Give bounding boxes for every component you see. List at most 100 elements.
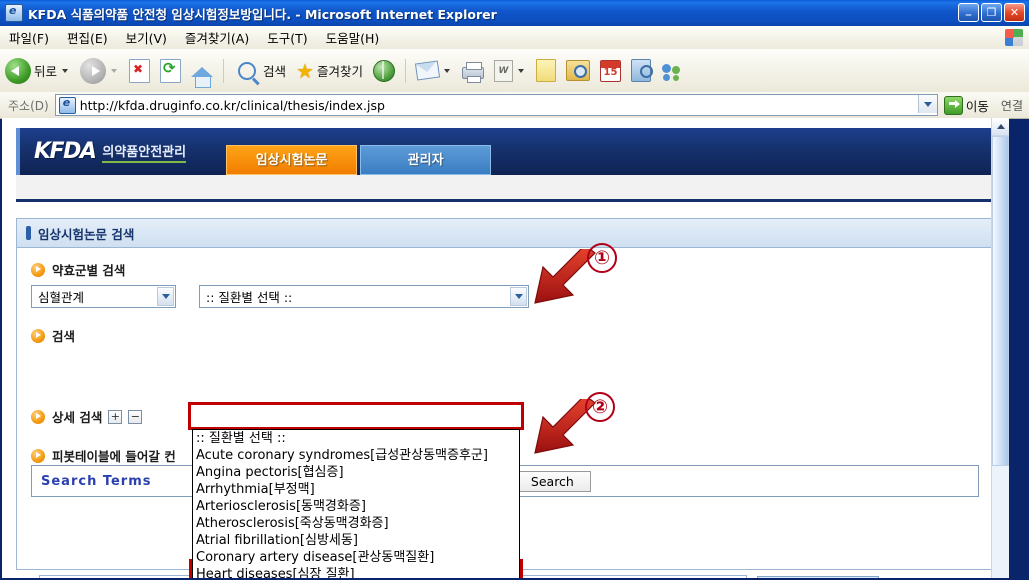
menu-item-edit[interactable]: 편집(E)	[58, 26, 117, 49]
home-button[interactable]	[187, 63, 217, 88]
pivot-buttons: 전체삭제 삭 제 피봇테이블	[757, 576, 879, 578]
category-select[interactable]: 심혈관계	[31, 285, 176, 308]
search-label: 검색	[263, 64, 287, 79]
search-button[interactable]: 검색	[230, 56, 290, 86]
folder-search-icon	[565, 60, 590, 81]
close-button[interactable]: ✕	[1004, 3, 1025, 22]
media-button[interactable]	[369, 58, 399, 84]
vertical-scrollbar[interactable]	[991, 118, 1009, 578]
section-search-label: 검색	[52, 329, 76, 344]
search-submit-button[interactable]: Search	[513, 470, 591, 492]
chevron-down-icon[interactable]	[62, 68, 69, 73]
refresh-icon	[160, 58, 182, 83]
mail-icon	[414, 60, 441, 81]
menu-item-view[interactable]: 보기(V)	[117, 26, 176, 49]
links-label[interactable]: 연결	[995, 97, 1029, 114]
tab-clinical-thesis[interactable]: 임상시험논문	[226, 145, 358, 175]
edit-button[interactable]: W	[490, 58, 530, 84]
chevron-down-icon[interactable]	[111, 68, 118, 73]
chevron-down-icon[interactable]	[157, 287, 174, 306]
chevron-down-icon[interactable]	[443, 68, 450, 73]
notes-button[interactable]	[532, 57, 560, 84]
scroll-up-button[interactable]	[992, 118, 1009, 136]
star-icon: ★	[296, 58, 314, 83]
category-select-value: 심혈관계	[38, 290, 85, 305]
stop-button[interactable]	[125, 57, 154, 85]
menu-item-favorites[interactable]: 즐겨찾기(A)	[176, 26, 258, 49]
dropdown-option[interactable]: Atrial fibrillation[심방세동]	[193, 532, 519, 549]
section-drug-group: 약효군별 검색	[31, 260, 991, 279]
go-button[interactable]: 이동	[938, 95, 995, 115]
chevron-up-icon	[996, 124, 1005, 129]
dropdown-option[interactable]: Atherosclerosis[죽상동맥경화증]	[193, 515, 519, 532]
section-detail-search-label: 상세 검색	[52, 410, 103, 425]
disease-select[interactable]: :: 질환별 선택 ::	[199, 285, 529, 308]
dropdown-option[interactable]: Coronary artery disease[관상동맥질환]	[193, 549, 519, 566]
back-button[interactable]: 뒤로	[1, 56, 74, 86]
back-label: 뒤로	[34, 64, 58, 79]
address-url: http://kfda.druginfo.co.kr/clinical/thes…	[79, 97, 385, 113]
dropdown-option[interactable]: :: 질환별 선택 ::	[193, 430, 519, 447]
panel-title: 임상시험논문 검색	[38, 226, 135, 242]
messenger-button[interactable]	[627, 57, 655, 84]
dropdown-option[interactable]: Angina pectoris[협심증]	[193, 464, 519, 481]
word-document-icon: W	[493, 59, 513, 82]
remove-detail-button[interactable]: −	[128, 409, 143, 424]
globe-icon	[372, 59, 395, 82]
stop-icon	[129, 58, 151, 83]
go-arrow-icon	[943, 95, 963, 115]
calendar-button[interactable]	[596, 58, 625, 84]
print-button[interactable]	[458, 61, 488, 83]
tab-admin[interactable]: 관리자	[360, 145, 492, 175]
window-controls: _ ❐ ✕	[958, 3, 1025, 22]
dropdown-option[interactable]: Heart diseases[심장 질환]	[193, 566, 519, 578]
page-icon	[58, 96, 76, 114]
chevron-down-icon[interactable]	[517, 68, 524, 73]
add-detail-button[interactable]: +	[108, 409, 123, 424]
toolbar-separator	[223, 58, 225, 83]
annotation-number-2: ②	[585, 392, 615, 422]
dropdown-option[interactable]: Arteriosclerosis[동맥경화증]	[193, 498, 519, 515]
bullet-arrow-icon	[31, 262, 45, 277]
favorites-label: 즐겨찾기	[316, 64, 363, 79]
site-subtitle: 의약품안전관리	[102, 141, 187, 163]
messenger-icon	[630, 59, 653, 82]
menu-item-tools[interactable]: 도구(T)	[258, 26, 316, 49]
windows-logo-icon	[1005, 29, 1023, 46]
maximize-button[interactable]: ❐	[981, 3, 1002, 22]
minimize-button[interactable]: _	[958, 3, 979, 22]
address-bar: 주소(D) http://kfda.druginfo.co.kr/clinica…	[0, 92, 1029, 119]
printer-icon	[461, 61, 484, 83]
dropdown-option[interactable]: Arrhythmia[부정맥]	[193, 481, 519, 498]
bullet-arrow-icon	[31, 328, 45, 343]
contacts-button[interactable]	[657, 60, 687, 82]
refresh-button[interactable]	[156, 57, 185, 85]
maximize-icon: ❐	[986, 6, 997, 19]
header-divider	[16, 175, 992, 202]
window-title: KFDA 식품의약품 안전청 임상시험정보방입니다. - Microsoft I…	[28, 6, 497, 22]
page-viewport: KFDA 의약품안전관리 임상시험논문 관리자 임상시험논문 검색 약효군별 검…	[2, 118, 1009, 578]
select-row: 심혈관계 :: 질환별 선택 ::	[31, 285, 991, 308]
section-pivot-columns-label: 피봇테이블에 들어갈 컨	[52, 449, 176, 464]
address-dropdown-button[interactable]	[917, 95, 937, 113]
web-page: KFDA 의약품안전관리 임상시험논문 관리자 임상시험논문 검색 약효군별 검…	[2, 118, 992, 578]
scrollbar-thumb[interactable]	[992, 136, 1009, 466]
panel-marker-icon	[26, 226, 31, 240]
mail-button[interactable]	[412, 60, 456, 81]
disease-dropdown-list[interactable]: :: 질환별 선택 :: Acute coronary syndromes[급성…	[192, 429, 520, 578]
kfda-logo: KFDA	[34, 139, 97, 164]
forward-arrow-icon	[80, 57, 107, 84]
menu-item-help[interactable]: 도움말(H)	[317, 26, 389, 49]
title-bar: KFDA 식품의약품 안전청 임상시험정보방입니다. - Microsoft I…	[0, 0, 1029, 27]
annotation-number-1: ①	[587, 243, 617, 273]
ie-window-icon	[5, 4, 23, 22]
delete-all-button[interactable]: 전체삭제	[757, 576, 879, 578]
forward-button[interactable]	[76, 56, 123, 86]
menu-item-file[interactable]: 파일(F)	[0, 26, 58, 49]
close-icon: ✕	[1009, 6, 1020, 19]
dropdown-option[interactable]: Acute coronary syndromes[급성관상동맥증후군]	[193, 447, 519, 464]
address-input[interactable]: http://kfda.druginfo.co.kr/clinical/thes…	[54, 94, 938, 116]
highlight-box-disease-select	[188, 402, 524, 430]
favorites-button[interactable]: ★ 즐겨찾기	[292, 59, 367, 83]
folder-search-button[interactable]	[562, 58, 594, 83]
